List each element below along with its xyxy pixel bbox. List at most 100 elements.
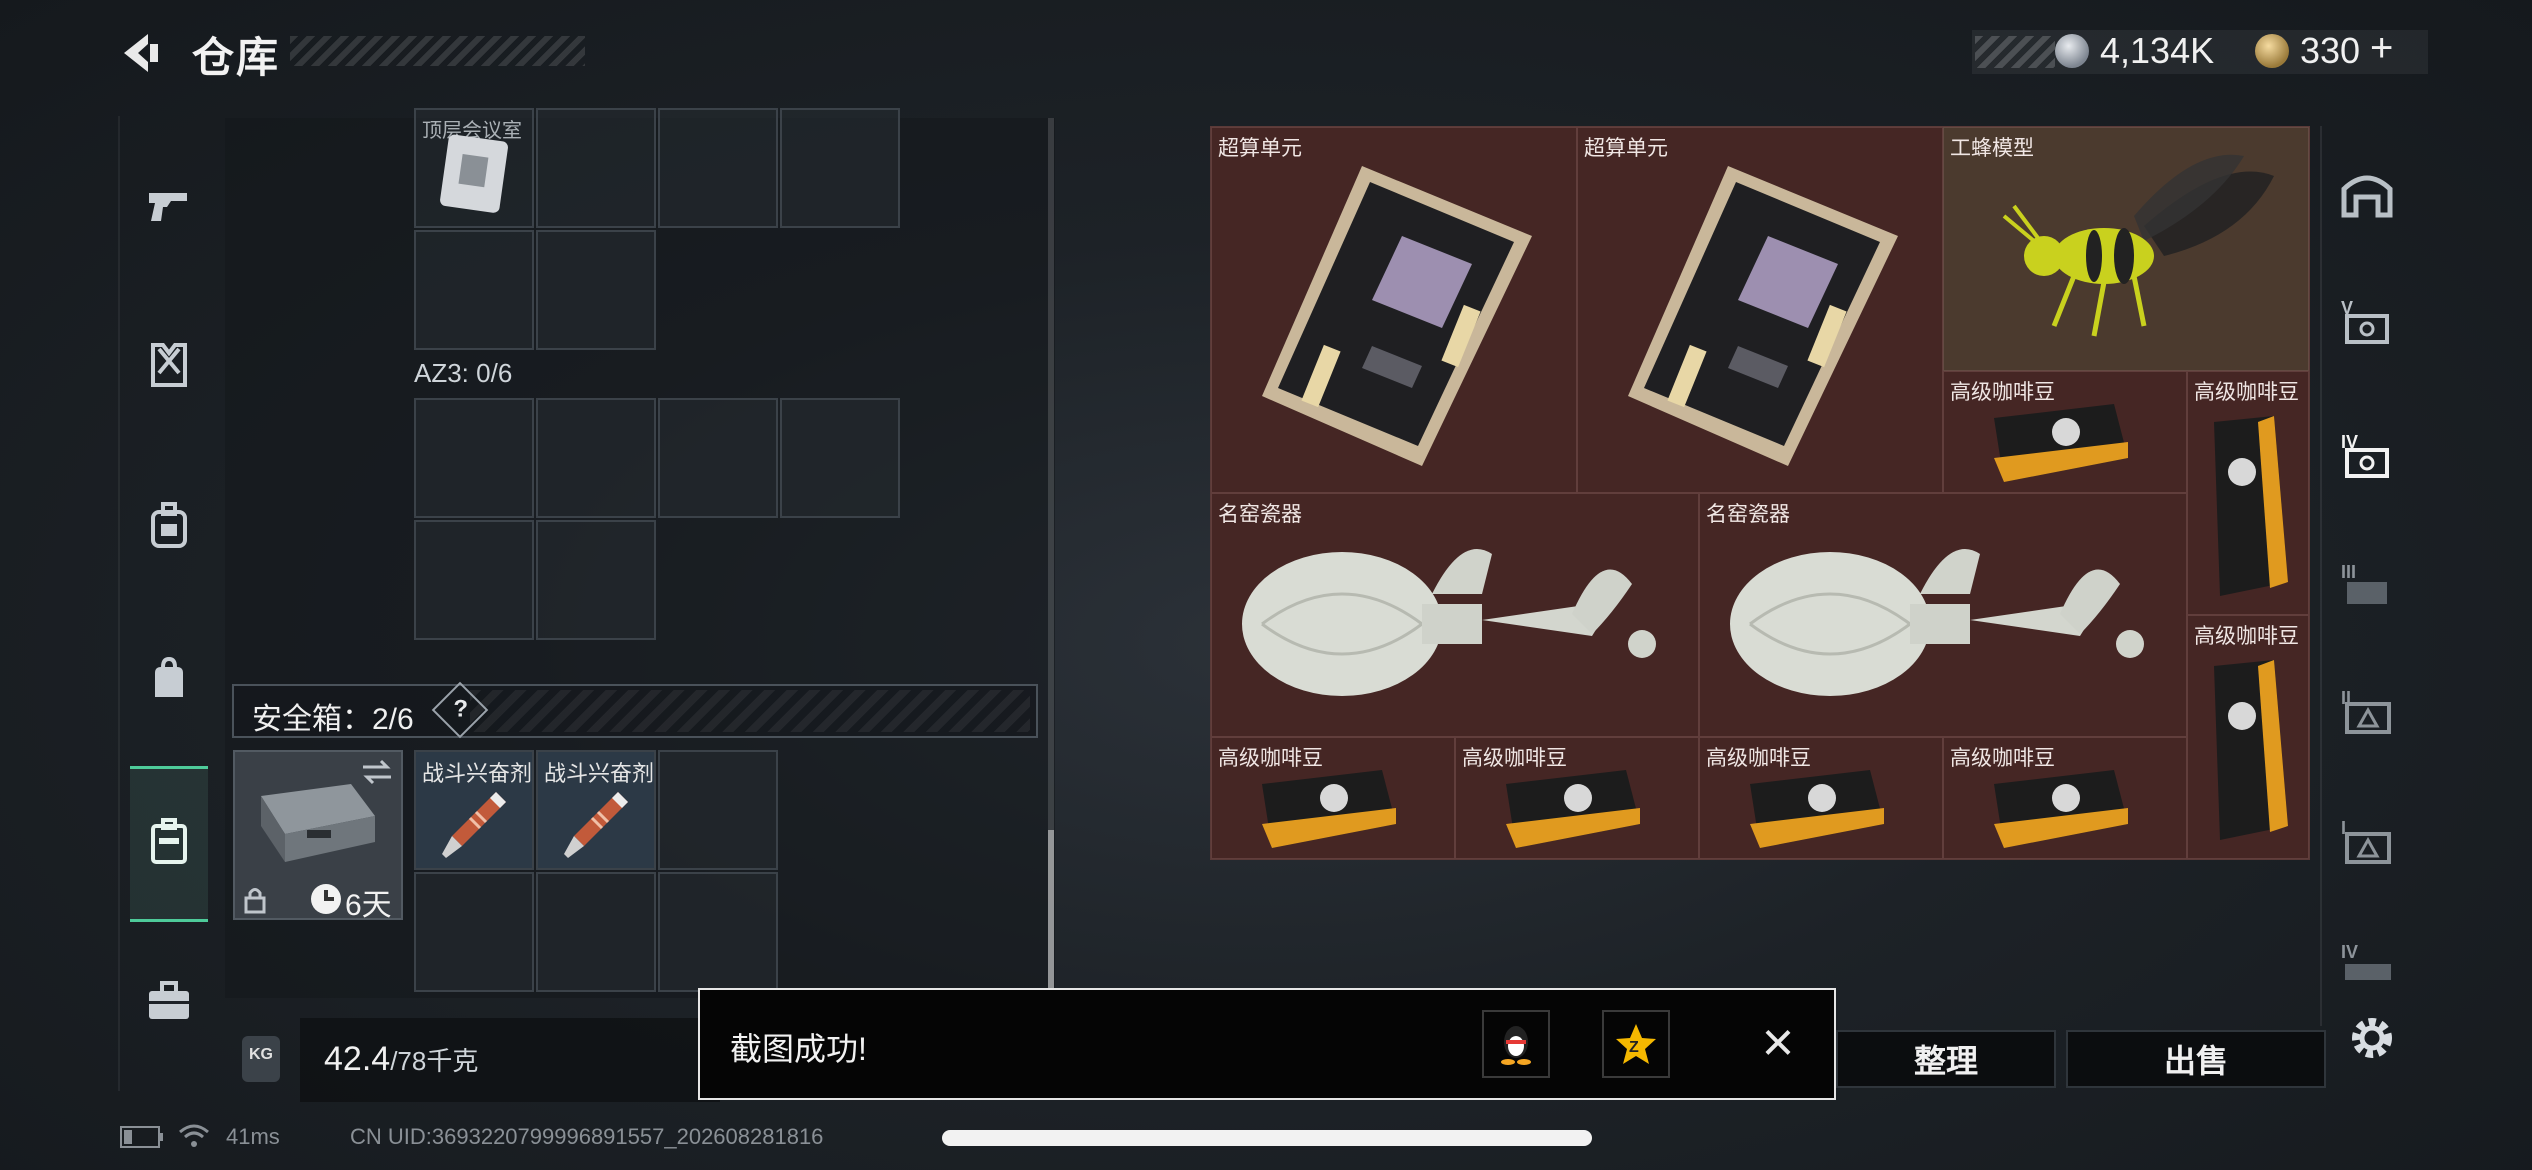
stash-tab-base[interactable]	[2332, 160, 2402, 230]
stimulant-syringe-icon	[442, 792, 506, 858]
nav-item-bag[interactable]	[130, 640, 208, 718]
stimulant-syringe-icon	[564, 792, 628, 858]
grid-slot[interactable]	[536, 108, 656, 228]
home-indicator[interactable]	[942, 1130, 1592, 1146]
coffee-bag-icon	[1262, 770, 1396, 848]
stash-tab-iv-tray[interactable]: IV	[2332, 930, 2402, 1000]
wifi-icon	[179, 1124, 209, 1147]
stash-item-coffee[interactable]: 高级咖啡豆	[1211, 737, 1455, 859]
grid-slot[interactable]	[780, 398, 900, 518]
gold-amount: 330	[2300, 30, 2361, 71]
gold-coin-icon	[2255, 34, 2289, 68]
sort-button[interactable]: 整理	[1836, 1030, 2056, 1088]
backpack-icon	[151, 502, 187, 548]
toast-message: 截图成功!	[730, 1031, 867, 1067]
coffee-bag-icon	[1994, 404, 2128, 482]
stash-item-coffee[interactable]: 高级咖啡豆	[1943, 371, 2187, 493]
grid-slot-stim[interactable]: 战斗兴奋剂	[414, 750, 534, 870]
stash-item-coffee[interactable]: 高级咖啡豆	[1699, 737, 1943, 859]
grid-slot-stim[interactable]: 战斗兴奋剂	[536, 750, 656, 870]
battery-icon	[120, 1126, 163, 1148]
stash-tab-ii[interactable]: II	[2332, 676, 2402, 746]
base-icon	[2341, 175, 2393, 218]
sell-button[interactable]: 出售	[2066, 1030, 2326, 1088]
briefcase-icon	[149, 981, 189, 1019]
coffee-bag-icon	[1506, 770, 1640, 848]
safe-case-icon	[151, 818, 187, 864]
stash-tab-v[interactable]: V	[2332, 286, 2402, 356]
az3-capacity-label: AZ3: 0/6	[414, 358, 513, 388]
stash-item-coffee[interactable]: 高级咖啡豆	[1455, 737, 1699, 859]
ping-readout: 41ms	[226, 1124, 280, 1149]
item-label: 战斗兴奋剂	[422, 761, 533, 786]
keycard-icon	[440, 134, 508, 213]
grid-slot[interactable]	[414, 398, 534, 518]
stash-item-coffee[interactable]: 高级咖啡豆	[1943, 737, 2187, 859]
qzone-star-icon: Z	[1616, 1024, 1656, 1064]
stash-item-coffee[interactable]: 高级咖啡豆	[2187, 371, 2309, 615]
qq-penguin-icon	[1501, 1026, 1531, 1065]
currency-decoration	[1975, 36, 2055, 68]
stash-item-porcelain[interactable]: 名窑瓷器	[1211, 493, 1699, 737]
safe-box-label: 安全箱：2/6	[252, 703, 414, 736]
stash-tab-iv[interactable]: IV	[2332, 420, 2402, 490]
grid-slot[interactable]	[414, 520, 534, 640]
armor-vest-icon	[151, 343, 187, 387]
bee-model-icon	[2002, 154, 2274, 337]
coffee-bag-icon	[1750, 770, 1884, 848]
page-title: 仓库	[192, 34, 281, 81]
tier-iii-safe-icon: III	[2341, 562, 2387, 604]
scrollbar-thumb[interactable]	[1048, 830, 1054, 990]
weight-max: /78千克	[390, 1046, 479, 1076]
item-label: 高级咖啡豆	[2194, 625, 2299, 648]
grid-slot[interactable]	[536, 398, 656, 518]
porcelain-ewer-icon	[1242, 549, 1656, 696]
stash-item-coffee[interactable]: 高级咖啡豆	[2187, 615, 2309, 859]
grid-slot[interactable]	[658, 750, 778, 870]
clock-icon	[311, 884, 341, 914]
swap-icon[interactable]	[359, 758, 395, 786]
pistol-icon	[149, 193, 187, 221]
stash-tab-iii[interactable]: III	[2332, 550, 2402, 620]
safe-box-decoration	[470, 690, 1030, 732]
stash-item-compute-unit[interactable]: 超算单元	[1577, 127, 1943, 493]
grid-slot[interactable]	[658, 108, 778, 228]
grid-slot[interactable]	[658, 398, 778, 518]
share-qq-button[interactable]	[1482, 1010, 1550, 1078]
compute-unit-icon	[1262, 166, 1532, 466]
settings-gear-icon[interactable]	[2344, 1010, 2400, 1066]
grid-slot[interactable]	[658, 872, 778, 992]
coffee-bag-icon	[2214, 416, 2288, 596]
grid-slot[interactable]: 顶层会议室	[414, 108, 534, 228]
nav-item-safe-case[interactable]	[130, 802, 208, 880]
weight-readout: 42.4/78千克	[324, 1040, 478, 1079]
share-qzone-button[interactable]: Z	[1602, 1010, 1670, 1078]
nav-item-armor[interactable]	[130, 326, 208, 404]
safe-case-slot[interactable]: 6天	[233, 750, 403, 922]
back-arrow-icon[interactable]	[118, 30, 164, 76]
bag-icon	[155, 657, 183, 697]
grid-slot[interactable]	[536, 520, 656, 640]
tier-v-safe-icon: V	[2341, 298, 2389, 344]
nav-item-backpack[interactable]	[130, 486, 208, 564]
grid-slot[interactable]	[536, 872, 656, 992]
grid-slot[interactable]	[414, 230, 534, 350]
stash-item-compute-unit[interactable]: 超算单元	[1211, 127, 1577, 493]
add-gold-button[interactable]: +	[2370, 26, 2393, 71]
tier-iv-tray-icon: IV	[2341, 942, 2391, 980]
nav-item-weapons[interactable]	[130, 166, 208, 244]
grid-slot[interactable]	[414, 872, 534, 992]
coffee-bag-icon	[2214, 660, 2288, 840]
toast-close-button[interactable]: ×	[1754, 1014, 1802, 1070]
stash-item-porcelain[interactable]: 名窑瓷器	[1699, 493, 2187, 737]
grid-slot[interactable]	[536, 230, 656, 350]
svg-text:III: III	[2341, 562, 2356, 582]
stash-item-bee-model[interactable]: 工蜂模型	[1943, 127, 2309, 371]
player-uid: CN UID:3693220799996891557_202608281816	[350, 1124, 824, 1149]
weight-icon: KG	[242, 1036, 280, 1082]
stash-tab-i[interactable]: I	[2332, 806, 2402, 876]
silver-amount: 4,134K	[2100, 30, 2215, 71]
grid-slot[interactable]	[780, 108, 900, 228]
tier-iv-safe-icon: IV	[2341, 432, 2389, 478]
nav-item-briefcase[interactable]	[130, 962, 208, 1040]
